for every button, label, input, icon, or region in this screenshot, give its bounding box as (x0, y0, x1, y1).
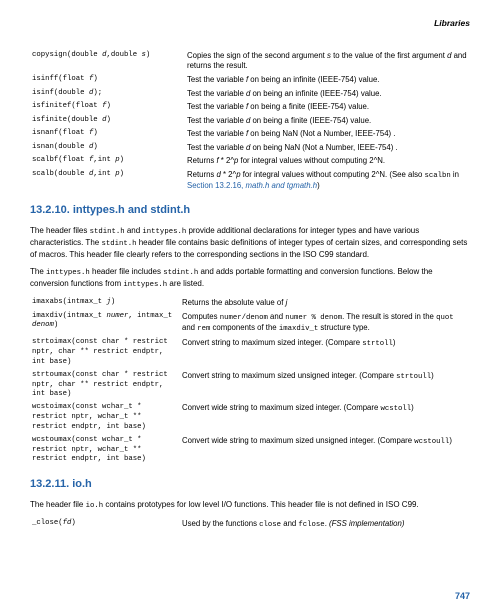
function-description: Convert string to maximum sized integer.… (180, 337, 470, 370)
function-signature: strtoumax(const char * restrict nptr, ch… (30, 369, 180, 402)
function-signature: isinff(float f) (30, 74, 185, 88)
function-signature: isinf(double d); (30, 87, 185, 101)
paragraph: The header files stdint.h and inttypes.h… (30, 226, 470, 260)
function-description: Computes numer/denom and numer % denom. … (180, 310, 470, 337)
function-description: Returns the absolute value of j (180, 296, 470, 310)
function-signature: isnanf(float f) (30, 128, 185, 142)
function-signature: wcstoimax(const wchar_t * restrict nptr,… (30, 402, 180, 435)
inttypes-functions-table: imaxabs(intmax_t j)Returns the absolute … (30, 296, 470, 466)
function-signature: imaxdiv(intmax_t numer, intmax_t denom) (30, 310, 180, 337)
page-header: Libraries (30, 18, 470, 29)
function-description: Test the variable d on being an infinite… (185, 87, 470, 101)
function-signature: _close(fd) (30, 518, 180, 533)
function-description: Test the variable f on being an infinite… (185, 74, 470, 88)
function-description: Convert string to maximum sized unsigned… (180, 369, 470, 402)
function-description: Convert wide string to maximum sized uns… (180, 434, 470, 467)
function-description: Test the variable d on being a finite (I… (185, 114, 470, 128)
function-description: Test the variable f on being NaN (Not a … (185, 128, 470, 142)
function-signature: wcstoumax(const wchar_t * restrict nptr,… (30, 434, 180, 467)
function-signature: copysign(double d,double s) (30, 49, 185, 73)
paragraph: The header file io.h contains prototypes… (30, 500, 470, 512)
function-description: Copies the sign of the second argument s… (185, 49, 470, 73)
section-title-inttypes: 13.2.10. inttypes.h and stdint.h (30, 203, 470, 218)
function-signature: imaxabs(intmax_t j) (30, 296, 180, 310)
function-signature: scalb(double d,int p) (30, 168, 185, 193)
function-signature: strtoimax(const char * restrict nptr, ch… (30, 337, 180, 370)
paragraph: The inttypes.h header file includes stdi… (30, 267, 470, 291)
function-description: Convert wide string to maximum sized int… (180, 402, 470, 435)
function-description: Used by the functions close and fclose. … (180, 518, 470, 533)
function-signature: isfinite(double d) (30, 114, 185, 128)
function-signature: isfinitef(float f) (30, 101, 185, 115)
math-functions-table: copysign(double d,double s)Copies the si… (30, 49, 470, 193)
function-signature: scalbf(float f,int p) (30, 155, 185, 169)
section-title-io: 13.2.11. io.h (30, 477, 470, 492)
function-description: Test the variable d on being NaN (Not a … (185, 141, 470, 155)
page-number: 747 (455, 590, 470, 602)
function-signature: isnan(double d) (30, 141, 185, 155)
function-description: Returns d * 2^p for integral values with… (185, 168, 470, 193)
function-description: Test the variable f on being a finite (I… (185, 101, 470, 115)
function-description: Returns f * 2^p for integral values with… (185, 155, 470, 169)
io-functions-table: _close(fd)Used by the functions close an… (30, 518, 470, 533)
